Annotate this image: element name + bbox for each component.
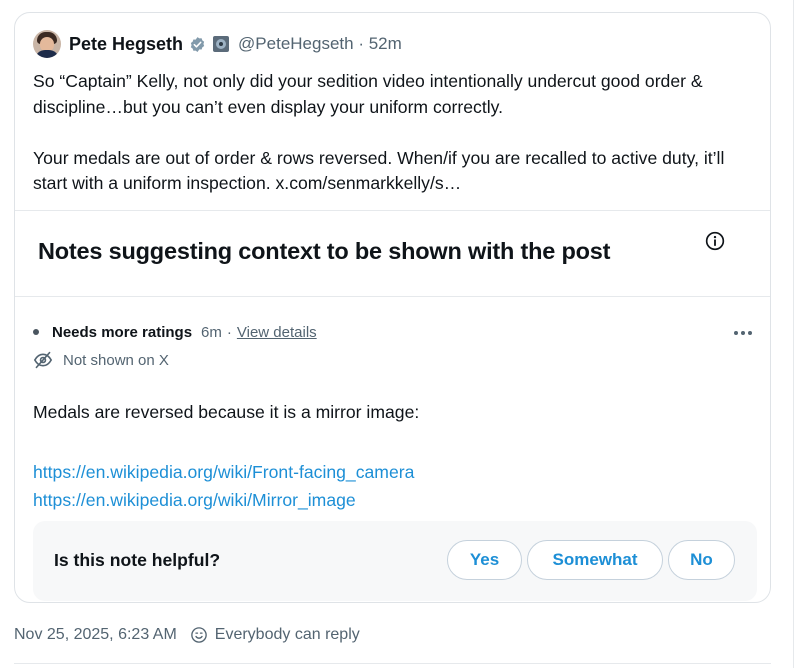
government-seal-icon: [213, 36, 230, 52]
reply-setting: Everybody can reply: [214, 626, 360, 643]
helpful-question: Is this note helpful?: [54, 550, 221, 570]
notes-title: Notes suggesting context to be shown wit…: [38, 238, 611, 264]
note-links: https://en.wikipedia.org/wiki/Front-faci…: [33, 458, 414, 514]
note-link-front-facing-camera[interactable]: https://en.wikipedia.org/wiki/Front-faci…: [33, 458, 414, 486]
post[interactable]: Pete Hegseth @PeteHegseth · 52m So “Capt…: [15, 13, 770, 211]
somewhat-button[interactable]: Somewhat: [527, 540, 663, 580]
handle-and-time: @PeteHegseth · 52m: [238, 34, 402, 53]
post-text: So “Captain” Kelly, not only did your se…: [33, 69, 753, 197]
status-dot-icon: [33, 329, 39, 335]
note-status: Needs more ratings 6m · View details: [33, 322, 317, 342]
community-note: Needs more ratings 6m · View details Not…: [15, 298, 770, 602]
not-shown-indicator: Not shown on X: [33, 350, 169, 370]
yes-button[interactable]: Yes: [447, 540, 522, 580]
more-options-icon[interactable]: [734, 326, 756, 340]
post-timestamp[interactable]: Nov 25, 2025, 6:23 AM: [14, 626, 177, 644]
status-label: Needs more ratings: [52, 323, 193, 341]
notes-header: Notes suggesting context to be shown wit…: [15, 211, 770, 297]
eye-slash-icon: [33, 351, 53, 369]
not-shown-label: Not shown on X: [63, 351, 169, 369]
note-link-mirror-image[interactable]: https://en.wikipedia.org/wiki/Mirror_ima…: [33, 486, 414, 514]
verified-badge-icon: [190, 36, 205, 52]
divider: [14, 663, 771, 664]
view-details-link[interactable]: View details: [237, 324, 317, 341]
column-border: [793, 0, 794, 668]
note-text: Medals are reversed because it is a mirr…: [33, 402, 420, 422]
post-paragraph-2: Your medals are out of order & rows reve…: [33, 147, 725, 194]
separator: ·: [226, 323, 232, 341]
post-header: Pete Hegseth @PeteHegseth · 52m: [33, 30, 402, 58]
info-icon[interactable]: [705, 231, 725, 251]
avatar[interactable]: [33, 30, 61, 58]
post-footer: Nov 25, 2025, 6:23 AM Everybody can repl…: [14, 624, 360, 646]
no-button[interactable]: No: [668, 540, 735, 580]
post-card: Pete Hegseth @PeteHegseth · 52m So “Capt…: [14, 12, 771, 603]
reply-permission-icon: [190, 627, 207, 643]
post-paragraph-1: So “Captain” Kelly, not only did your se…: [33, 71, 703, 117]
author-name[interactable]: Pete Hegseth: [69, 34, 183, 55]
helpful-rating-box: Is this note helpful? Yes Somewhat No: [33, 521, 757, 601]
note-time: 6m: [201, 323, 222, 341]
